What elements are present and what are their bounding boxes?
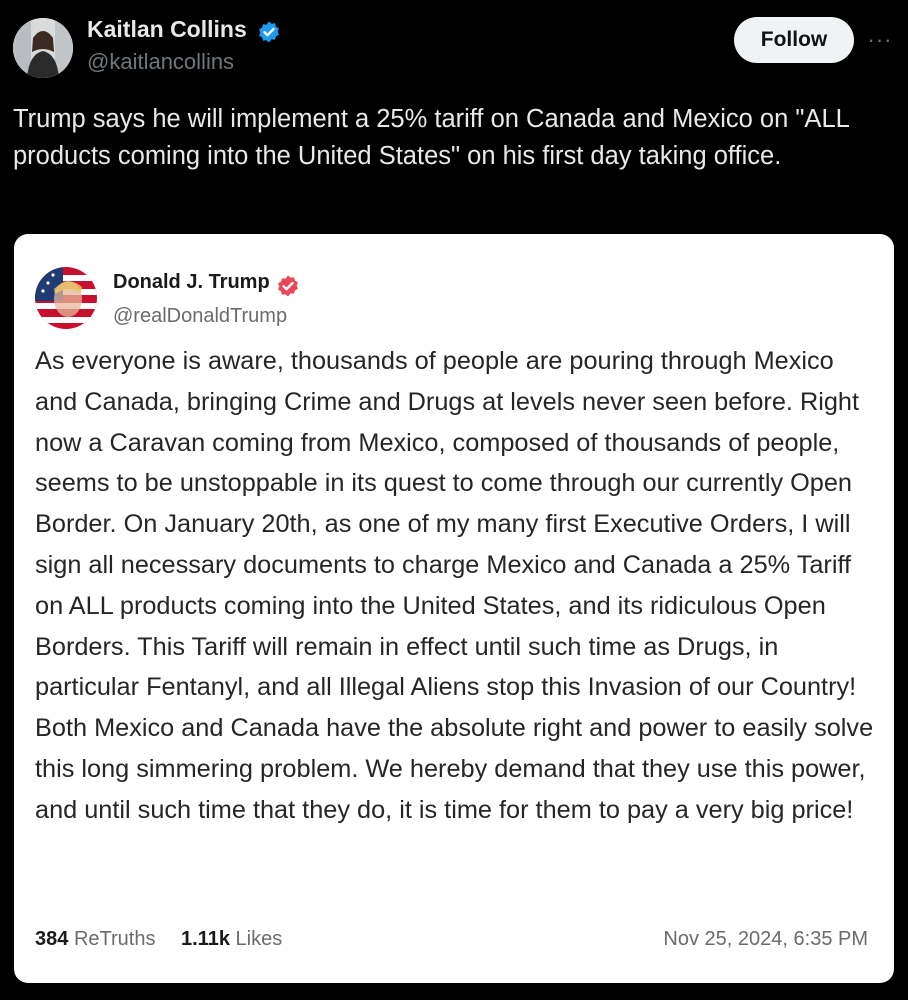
tweet: Kaitlan Collins @kaitlancollins Follow ·… [0,0,908,1000]
likes-count: 1.11k [181,928,230,950]
retruths-label: ReTruths [73,928,156,950]
verified-badge-icon [257,20,281,44]
author-handle[interactable]: @kaitlancollins [87,49,234,75]
follow-button[interactable]: Follow [734,17,854,63]
author-avatar[interactable] [13,18,73,78]
more-options-icon[interactable]: ··· [864,24,896,56]
embedded-post-body: As everyone is aware, thousands of peopl… [35,347,874,824]
embedded-post-stats: 384 ReTruths 1.11k Likes [35,928,302,951]
embedded-author-avatar-image [35,267,97,329]
embedded-verified-badge-icon [276,274,300,298]
author-avatar-image [13,18,73,78]
embedded-post-timestamp[interactable]: Nov 25, 2024, 6:35 PM [663,928,868,951]
retruths-stat[interactable]: 384 ReTruths [35,928,155,951]
embedded-author-avatar[interactable] [35,267,97,329]
retruths-count: 384 [35,928,69,950]
tweet-text: Trump says he will implement a 25% tarif… [13,105,849,170]
likes-stat[interactable]: 1.11k Likes [181,928,282,951]
author-name[interactable]: Kaitlan Collins [87,16,247,43]
embedded-author-handle[interactable]: @realDonaldTrump [113,305,287,328]
embedded-post-card[interactable]: Donald J. Trump @realDonaldTrump As ever… [14,234,894,983]
likes-label: Likes [235,928,283,950]
embedded-author-name[interactable]: Donald J. Trump [113,271,270,294]
